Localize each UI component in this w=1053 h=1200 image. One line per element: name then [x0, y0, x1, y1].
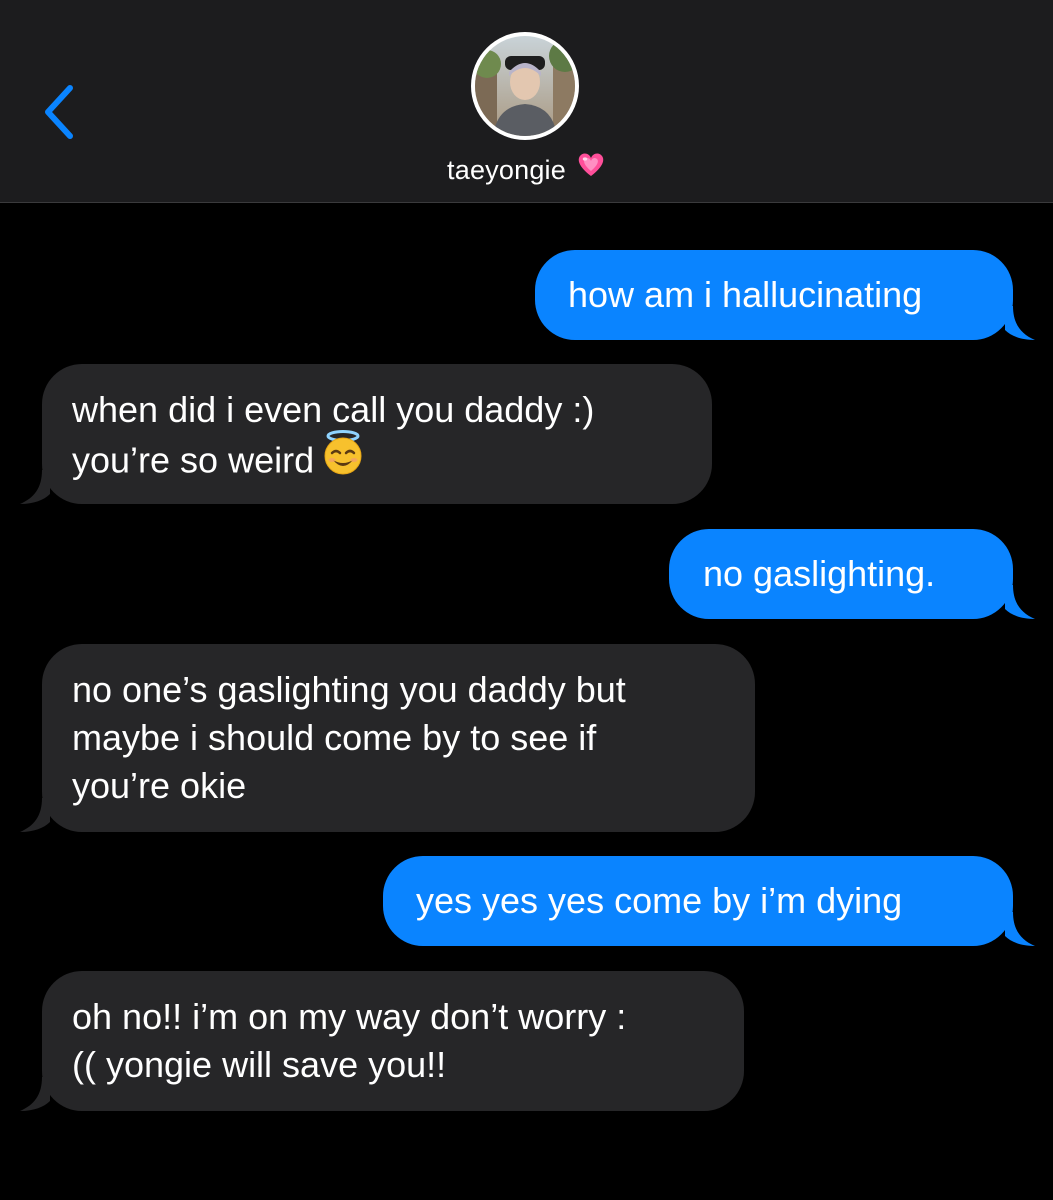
sent-message-bubble[interactable]: how am i hallucinating	[535, 250, 1035, 340]
contact-avatar[interactable]	[471, 32, 579, 140]
message-text: yes yes yes come by i’m dying	[416, 880, 903, 921]
received-message-bubble[interactable]: oh no!! i’m on my way don’t worry : (( y…	[20, 971, 744, 1111]
smiling-halo-emoji-icon	[320, 430, 366, 488]
message-text: how am i hallucinating	[568, 274, 923, 315]
message-line-with-emoji: you’re so weird	[72, 430, 682, 492]
bubble-tail	[20, 1077, 50, 1111]
bubble-tail	[20, 798, 50, 832]
message-text: no gaslighting.	[703, 553, 936, 594]
bubble-tail	[1005, 306, 1035, 340]
chevron-left-icon	[45, 85, 73, 139]
message-line: no one’s gaslighting you daddy but	[72, 669, 626, 710]
received-message-bubble[interactable]: when did i even call you daddy :) you’re…	[20, 364, 712, 504]
sent-message-bubble[interactable]: no gaslighting.	[669, 529, 1035, 619]
bubble-tail	[1005, 912, 1035, 946]
avatar-photo	[475, 36, 575, 136]
sent-message-bubble[interactable]: yes yes yes come by i’m dying	[383, 856, 1035, 946]
heart-icon	[576, 150, 606, 187]
message-line: (( yongie will save you!!	[72, 1044, 447, 1085]
back-button[interactable]	[36, 80, 86, 144]
message-line: oh no!! i’m on my way don’t worry :	[72, 996, 627, 1037]
contact-name: taeyongie	[447, 155, 566, 185]
message-line: you’re so weird	[72, 439, 315, 481]
message-line: maybe i should come by to see if	[72, 717, 597, 758]
message-line: you’re okie	[72, 765, 247, 806]
contact-title[interactable]: taeyongie	[0, 152, 1053, 190]
bubble-tail	[20, 470, 50, 504]
bubble-tail	[1005, 585, 1035, 619]
received-message-bubble[interactable]: no one’s gaslighting you daddy but maybe…	[20, 644, 755, 832]
conversation-header: taeyongie	[0, 0, 1053, 203]
message-thread[interactable]: how am i hallucinating when did i even c…	[0, 204, 1053, 1200]
message-line: when did i even call you daddy :)	[72, 389, 595, 430]
